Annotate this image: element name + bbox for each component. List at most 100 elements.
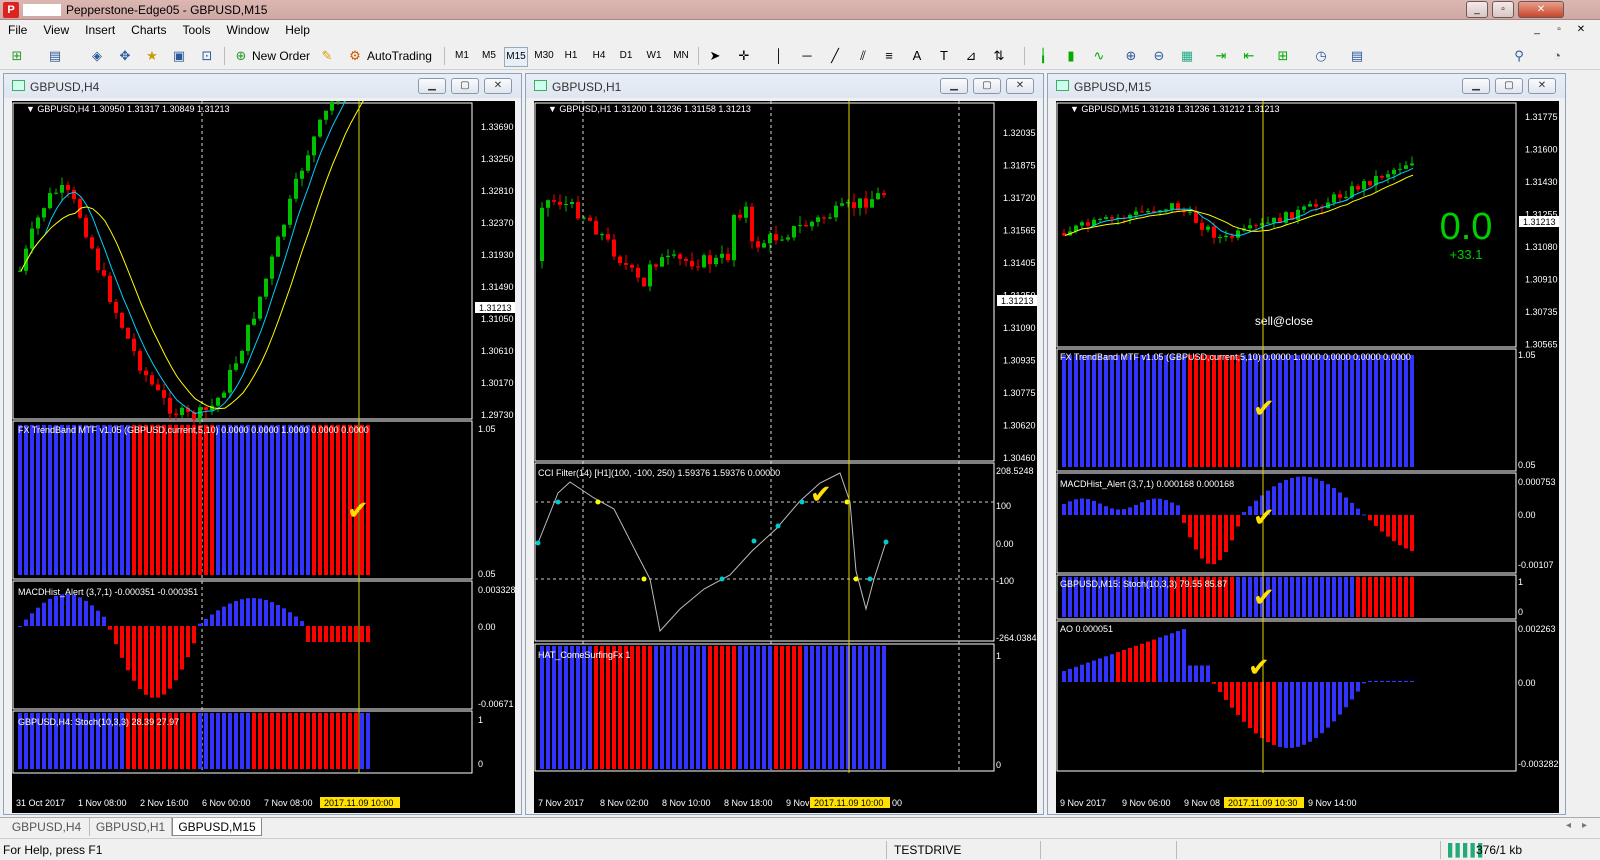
- mdi-close-icon[interactable]: ✕: [1572, 22, 1590, 38]
- histogram-bar: [150, 626, 154, 698]
- time-highlight-label: 2017.11.09 10:30: [1228, 798, 1297, 808]
- tf-h4[interactable]: H4: [587, 47, 611, 65]
- tile-windows-icon[interactable]: ▦: [1178, 47, 1196, 65]
- tab-gbpusd-m15[interactable]: GBPUSD,M15: [172, 818, 262, 836]
- histogram-bar: [1314, 478, 1318, 515]
- tf-h1[interactable]: H1: [559, 47, 583, 65]
- chart-area-h1[interactable]: ✔ 1.32035 1.31875 1.31720 1.31565 1.31405 1.31…: [534, 101, 1037, 813]
- community-icon[interactable]: ◔: [1548, 47, 1566, 65]
- profiles-icon[interactable]: ▤: [46, 47, 64, 65]
- histogram-bar: [1278, 577, 1282, 617]
- tab-scroll-right-icon[interactable]: ▸: [1582, 820, 1587, 831]
- candle-body: [582, 217, 586, 219]
- tf-m30[interactable]: M30: [532, 47, 556, 65]
- indicator-scale: 0.003328: [478, 585, 515, 595]
- periods-icon[interactable]: ◷: [1312, 47, 1330, 65]
- restore-icon[interactable]: ▢: [451, 78, 479, 94]
- search-icon[interactable]: ⚲: [1510, 47, 1528, 65]
- minimize-icon[interactable]: _: [1466, 1, 1488, 18]
- data-window-icon[interactable]: ★: [143, 47, 161, 65]
- close-icon[interactable]: ✕: [1528, 78, 1556, 94]
- histogram-bar: [1224, 355, 1228, 467]
- minimize-icon[interactable]: ▁: [940, 78, 968, 94]
- tf-m15[interactable]: M15: [504, 47, 528, 67]
- fibo-tools-icon[interactable]: ⊿: [962, 47, 980, 65]
- candle-body: [576, 201, 580, 219]
- time-label: 31 Oct 2017: [16, 798, 65, 808]
- menu-charts[interactable]: Charts: [123, 20, 174, 40]
- vertical-line-icon[interactable]: │: [770, 47, 788, 65]
- tab-scroll-left-icon[interactable]: ◂: [1566, 820, 1571, 831]
- tab-gbpusd-h1[interactable]: GBPUSD,H1: [90, 818, 172, 836]
- trendline-icon[interactable]: ╱: [826, 47, 844, 65]
- menu-view[interactable]: View: [35, 20, 77, 40]
- text-label-icon[interactable]: T: [935, 47, 953, 65]
- histogram-bar: [276, 604, 280, 626]
- close-icon[interactable]: ✕: [484, 78, 512, 94]
- line-chart-icon[interactable]: ∿: [1090, 47, 1108, 65]
- mdi-restore-icon[interactable]: ▫: [1550, 22, 1568, 38]
- close-icon[interactable]: ✕: [1006, 78, 1034, 94]
- indicator-scale: -0.003282: [1518, 759, 1559, 769]
- indicator-scale: -264.0384: [996, 633, 1037, 643]
- chart-area-m15[interactable]: 0.0 +33.1 sell@close ✔ ✔ ✔ ✔ 1.31775 1.31600 1.31…: [1056, 101, 1559, 813]
- menu-window[interactable]: Window: [219, 20, 278, 40]
- menu-file[interactable]: File: [0, 20, 35, 40]
- chart-area-h4[interactable]: ✔ 1.33690 1.33250 1.32810 1.32370 1.31930 1.31…: [12, 101, 515, 813]
- tf-d1[interactable]: D1: [614, 47, 638, 65]
- fibonacci-icon[interactable]: ≡: [880, 47, 898, 65]
- templates-icon[interactable]: ▤: [1348, 47, 1366, 65]
- arrows-icon[interactable]: ⇅: [990, 47, 1008, 65]
- zoom-out-icon[interactable]: ⊖: [1150, 47, 1168, 65]
- histogram-bar: [90, 425, 94, 575]
- histogram-bar: [330, 626, 334, 642]
- new-order-button[interactable]: New Order: [252, 46, 310, 66]
- account-redacted: [23, 4, 61, 16]
- cursor-icon[interactable]: ➤: [706, 47, 724, 65]
- histogram-bar: [1098, 355, 1102, 467]
- strategy-tester-icon[interactable]: ⊡: [198, 47, 216, 65]
- restore-icon[interactable]: ▢: [1495, 78, 1523, 94]
- restore-icon[interactable]: ▫: [1492, 1, 1514, 18]
- chart-window-m15[interactable]: GBPUSD,M15 ▁ ▢ ✕ 0.0 +33.1 sell@close ✔ ✔ ✔ ✔ 1…: [1047, 73, 1566, 815]
- histogram-bar: [138, 425, 142, 575]
- chart-window-h4[interactable]: GBPUSD,H4 ▁ ▢ ✕ ✔ 1.33690 1.33250 1.32810 1.…: [3, 73, 522, 815]
- histogram-bar: [1158, 637, 1162, 682]
- text-icon[interactable]: A: [908, 47, 926, 65]
- menu-help[interactable]: Help: [277, 20, 318, 40]
- histogram-bar: [1308, 682, 1312, 742]
- chart-shift-icon[interactable]: ⇤: [1240, 47, 1258, 65]
- minimize-icon[interactable]: ▁: [418, 78, 446, 94]
- tab-gbpusd-h4[interactable]: GBPUSD,H4: [4, 818, 90, 836]
- menu-tools[interactable]: Tools: [175, 20, 219, 40]
- crosshair-icon[interactable]: ✛: [735, 47, 753, 65]
- zoom-in-icon[interactable]: ⊕: [1122, 47, 1140, 65]
- tf-mn[interactable]: MN: [669, 47, 693, 65]
- horizontal-line-icon[interactable]: ─: [798, 47, 816, 65]
- indicators-icon[interactable]: ⊞: [1274, 47, 1292, 65]
- close-icon[interactable]: ✕: [1518, 1, 1564, 18]
- candle-body: [1164, 209, 1168, 211]
- autoscroll-icon[interactable]: ⇥: [1212, 47, 1230, 65]
- navigator-icon[interactable]: ✥: [116, 47, 134, 65]
- channel-icon[interactable]: ⫽: [854, 47, 872, 65]
- histogram-bar: [1248, 506, 1252, 515]
- autotrading-button[interactable]: AutoTrading: [367, 46, 432, 66]
- tf-m1[interactable]: M1: [450, 47, 474, 65]
- histogram-bar: [1338, 577, 1342, 617]
- minimize-icon[interactable]: ▁: [1462, 78, 1490, 94]
- new-chart-icon[interactable]: ⊞: [8, 47, 26, 65]
- terminal-icon[interactable]: ▣: [170, 47, 188, 65]
- candle-body: [1344, 196, 1348, 198]
- tf-w1[interactable]: W1: [642, 47, 666, 65]
- restore-icon[interactable]: ▢: [973, 78, 1001, 94]
- mdi-minimize-icon[interactable]: _: [1528, 22, 1546, 38]
- candlestick-icon[interactable]: ▮: [1062, 47, 1080, 65]
- chart-window-h1[interactable]: GBPUSD,H1 ▁ ▢ ✕ ✔ 1.32035 1.31875 1.31720 1.…: [525, 73, 1044, 815]
- metaeditor-icon[interactable]: ✎: [318, 47, 336, 65]
- bar-chart-icon[interactable]: ╽: [1034, 47, 1052, 65]
- menu-insert[interactable]: Insert: [77, 20, 123, 40]
- tf-m5[interactable]: M5: [477, 47, 501, 65]
- market-watch-icon[interactable]: ◈: [88, 47, 106, 65]
- cci-line: [537, 472, 887, 633]
